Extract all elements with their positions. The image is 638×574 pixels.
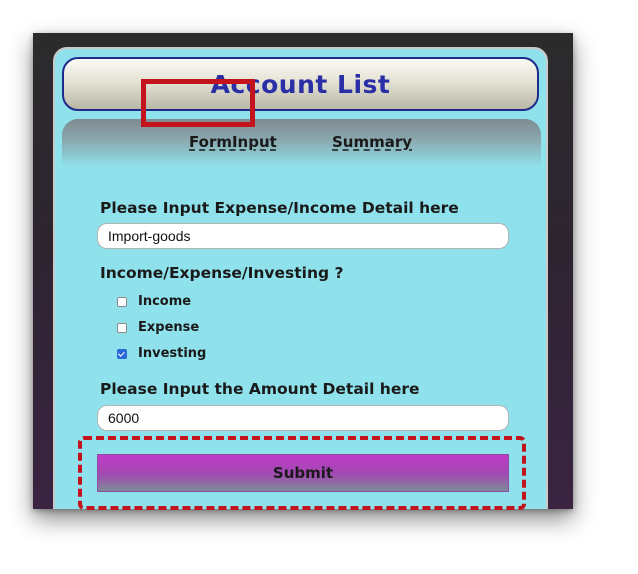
tab-summary[interactable]: Summary <box>332 133 412 151</box>
income-label: Income <box>138 294 192 309</box>
forminput-tab-highlight <box>141 79 255 127</box>
option-income[interactable]: Income <box>117 294 191 309</box>
title-bar: Account List <box>62 57 539 111</box>
detail-input[interactable]: Import-goods <box>97 223 509 249</box>
investing-label: Investing <box>138 346 207 361</box>
amount-input[interactable]: 6000 <box>97 405 509 431</box>
investing-checkbox[interactable] <box>117 348 127 359</box>
expense-checkbox[interactable] <box>117 322 127 333</box>
type-question-label: Income/Expense/Investing ? <box>100 264 344 282</box>
income-checkbox[interactable] <box>117 296 127 307</box>
amount-field-label: Please Input the Amount Detail here <box>100 380 420 398</box>
tab-forminput[interactable]: FormInput <box>189 133 277 151</box>
submit-button-highlight <box>78 436 526 510</box>
option-expense[interactable]: Expense <box>117 320 199 335</box>
option-investing[interactable]: Investing <box>117 346 206 361</box>
detail-field-label: Please Input Expense/Income Detail here <box>100 199 459 217</box>
tab-bar: FormInput Summary <box>62 119 541 167</box>
expense-label: Expense <box>138 320 200 335</box>
